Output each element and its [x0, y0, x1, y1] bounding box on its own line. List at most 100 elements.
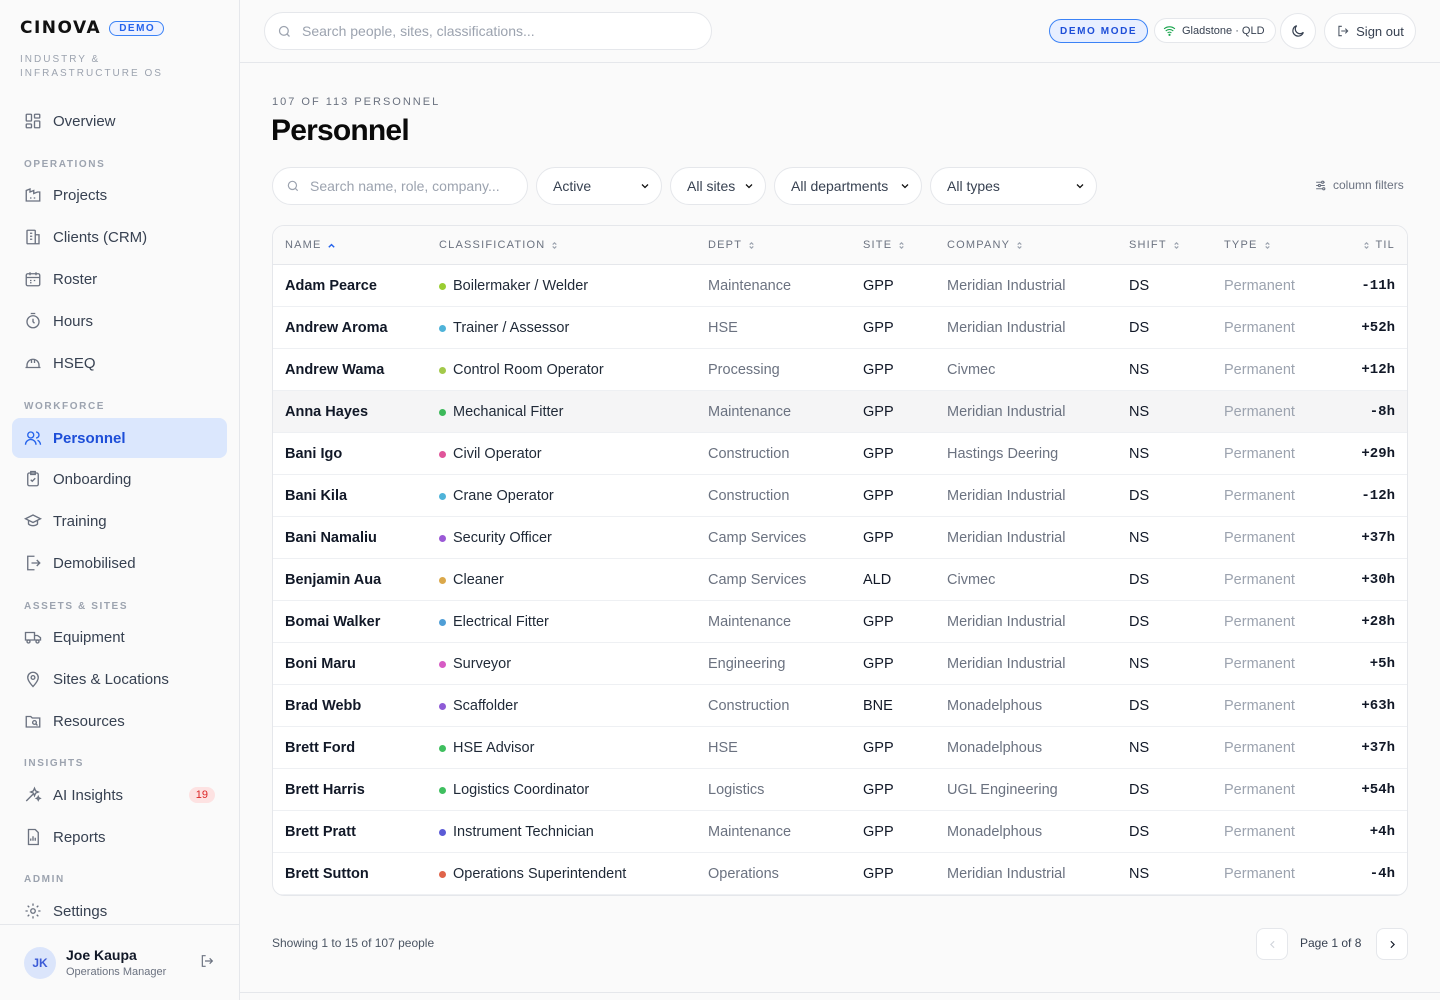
nav-roster[interactable]: Roster — [12, 259, 227, 299]
graduation-cap-icon — [24, 514, 42, 527]
table-row[interactable]: Anna Hayes Maintenance GPP Meridian Industr… — [273, 391, 1407, 433]
avatar[interactable]: JK — [24, 947, 56, 979]
exit-icon — [27, 555, 41, 571]
section-admin: ADMIN — [24, 874, 65, 885]
table-row[interactable]: Bani Namaliu Camp Services GPP Meridian Ind… — [273, 517, 1407, 559]
nav-training[interactable]: Training — [12, 501, 227, 541]
personnel-search-input[interactable] — [310, 178, 525, 194]
header-dept[interactable]: DEPT — [708, 239, 756, 251]
header-til[interactable]: TIL — [1362, 239, 1396, 251]
site-filter[interactable]: All sites — [670, 167, 766, 205]
department-filter[interactable]: All departments — [774, 167, 922, 205]
nav-overview-label: Overview — [53, 112, 116, 130]
cell-site: GPP — [863, 782, 894, 798]
nav-clients-label: Clients (CRM) — [53, 228, 148, 246]
cell-dept: Maintenance — [708, 824, 792, 840]
nav-roster-label: Roster — [53, 270, 98, 288]
classification-dot — [439, 744, 446, 752]
sort-icon — [1363, 241, 1369, 249]
header-site[interactable]: SITE — [863, 239, 906, 251]
header-shift[interactable]: SHIFT — [1129, 239, 1181, 251]
table-row[interactable]: Andrew Aroma HSE GPP Meridian Industrial DS P… — [273, 307, 1407, 349]
cell-type: Permanent — [1224, 530, 1295, 546]
cell-dept: Construction — [708, 698, 790, 714]
cell-name: Bani Kila — [285, 488, 348, 504]
table-row[interactable]: Andrew Wama Processing GPP Civmec NS Permanen… — [273, 349, 1407, 391]
table-row[interactable]: Benjamin Aua Camp Services ALD Civmec DS Perm… — [273, 559, 1407, 601]
nav-equipment-label: Equipment — [53, 628, 125, 646]
nav-onboarding[interactable]: Onboarding — [12, 459, 227, 499]
nav-equipment[interactable]: Equipment — [12, 617, 227, 657]
nav-hours[interactable]: Hours — [12, 301, 227, 341]
classification-dot — [439, 450, 446, 458]
section-operations: OPERATIONS — [24, 159, 106, 170]
table-row[interactable]: Boni Maru Engineering GPP Meridian Industri… — [273, 643, 1407, 685]
cell-classification: Security Officer — [439, 530, 552, 546]
nav-clients[interactable]: Clients (CRM) — [12, 217, 227, 257]
table-row[interactable]: Brett Pratt Maintenance GPP Monadelphous DS P… — [273, 811, 1407, 853]
cell-til: +4h — [1369, 824, 1395, 840]
location-pill[interactable]: Gladstone · QLD — [1154, 18, 1276, 43]
header-classification-label: CLASSIFICATION — [439, 239, 546, 251]
cell-company: Meridian Industrial — [947, 278, 1066, 294]
table-row[interactable]: Adam Pearce Maintenance GPP Meridian Indust… — [273, 265, 1407, 307]
sparkles-icon — [25, 786, 42, 802]
header-company[interactable]: COMPANY — [947, 239, 1024, 251]
cell-shift: DS — [1129, 698, 1150, 714]
nav-projects[interactable]: Projects — [12, 175, 227, 215]
nav-sites[interactable]: Sites & Locations — [12, 659, 227, 699]
theme-toggle-button[interactable] — [1280, 13, 1316, 49]
brand[interactable]: CINOVA DEMO — [20, 18, 165, 38]
status-filter[interactable]: Active — [536, 167, 662, 205]
table-row[interactable]: Bani Kila Construction GPP Meridian Industr… — [273, 475, 1407, 517]
table-row[interactable]: Brett Sutton Operations GPP Meridian Indust… — [273, 853, 1407, 895]
cell-classification: HSE Advisor — [439, 740, 534, 756]
nav-hseq-label: HSEQ — [53, 354, 96, 372]
nav-ai-insights[interactable]: AI Insights 19 — [12, 775, 227, 815]
classification-dot — [439, 534, 446, 542]
cell-classification: Cleaner — [439, 572, 504, 588]
global-search[interactable] — [264, 12, 712, 50]
next-page-button[interactable] — [1376, 928, 1408, 960]
cell-classification: Boilermaker / Welder — [439, 278, 588, 294]
header-name[interactable]: NAME — [285, 239, 336, 251]
nav-demobilised[interactable]: Demobilised — [12, 543, 227, 583]
cell-site: GPP — [863, 740, 894, 756]
classification-label: Logistics Coordinator — [453, 782, 590, 798]
table-row[interactable]: Brad Webb Construction BNE Monadelphous DS Pe… — [273, 685, 1407, 727]
cell-name: Brett Pratt — [285, 824, 356, 840]
nav-demobilised-label: Demobilised — [53, 554, 136, 572]
cell-site: GPP — [863, 614, 894, 630]
hard-hat-icon — [25, 358, 41, 369]
nav-resources-label: Resources — [53, 712, 125, 730]
sidebar: CINOVA DEMO INDUSTRY & INFRASTRUCTURE OS… — [0, 0, 240, 1000]
classification-dot — [439, 786, 446, 794]
table-row[interactable]: Brett Ford HSE GPP Monadelphous NS Permanent +… — [273, 727, 1407, 769]
table-row[interactable]: Bomai Walker Maintenance GPP Meridian Indus… — [273, 601, 1407, 643]
prev-page-button[interactable] — [1256, 928, 1288, 960]
classification-label: Boilermaker / Welder — [453, 278, 589, 294]
header-site-label: SITE — [863, 239, 893, 251]
search-icon — [278, 25, 290, 37]
cell-type: Permanent — [1224, 572, 1295, 588]
personnel-search[interactable] — [272, 167, 528, 205]
global-search-input[interactable] — [302, 23, 682, 39]
header-classification[interactable]: CLASSIFICATION — [439, 239, 559, 251]
logout-icon[interactable] — [199, 953, 215, 969]
nav-hseq[interactable]: HSEQ — [12, 343, 227, 383]
cell-dept: Maintenance — [708, 404, 792, 420]
header-type[interactable]: TYPE — [1224, 239, 1272, 251]
cell-name: Andrew Wama — [285, 362, 385, 378]
table-row[interactable]: Brett Harris Logistics GPP UGL Engineering D… — [273, 769, 1407, 811]
nav-overview[interactable]: Overview — [12, 101, 227, 141]
type-filter[interactable]: All types — [930, 167, 1097, 205]
projects-icon — [25, 188, 41, 202]
table-row[interactable]: Bani Igo Construction GPP Hastings Deering N… — [273, 433, 1407, 475]
column-filters-toggle[interactable]: column filters — [1314, 178, 1404, 192]
nav-resources[interactable]: Resources — [12, 701, 227, 741]
sign-out-button[interactable]: Sign out — [1324, 13, 1416, 49]
nav-personnel[interactable]: Personnel — [12, 418, 227, 458]
cell-company: Meridian Industrial — [947, 488, 1066, 504]
cell-type: Permanent — [1224, 824, 1295, 840]
nav-reports[interactable]: Reports — [12, 817, 227, 857]
